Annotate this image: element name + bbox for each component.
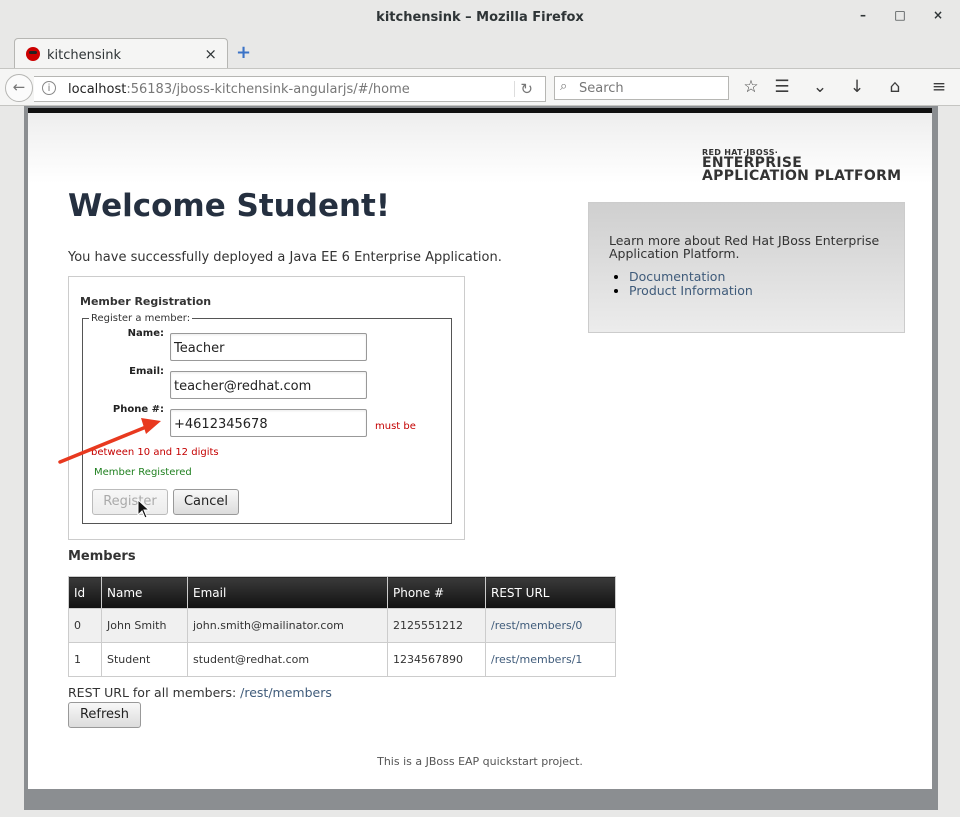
name-field[interactable]: Teacher — [170, 333, 367, 361]
mouse-cursor-icon — [137, 499, 151, 519]
maximize-icon[interactable]: □ — [892, 8, 908, 26]
cell-email: john.smith@mailinator.com — [187, 608, 388, 643]
registration-title: Member Registration — [80, 295, 212, 308]
cell-phone: 2125551212 — [387, 608, 486, 643]
search-input[interactable]: ⌕ Search — [554, 76, 729, 100]
cancel-button[interactable]: Cancel — [173, 489, 239, 515]
bookmark-star-icon[interactable]: ☆ — [740, 77, 762, 97]
product-information-link[interactable]: Product Information — [629, 283, 753, 298]
reload-icon[interactable]: ↻ — [520, 80, 533, 98]
info-sidebar: Learn more about Red Hat JBoss Enterpris… — [588, 202, 905, 333]
cell-id: 0 — [68, 608, 102, 643]
minimize-icon[interactable]: – — [855, 8, 871, 26]
pocket-icon[interactable]: ⌄ — [809, 77, 831, 97]
reading-list-icon[interactable]: ☰ — [771, 77, 793, 97]
column-header-id: Id — [68, 576, 102, 609]
search-icon: ⌕ — [560, 79, 568, 94]
cell-rest-url: /rest/members/1 — [485, 642, 616, 677]
cell-phone: 1234567890 — [387, 642, 486, 677]
page-title: Welcome Student! — [68, 188, 390, 224]
url-path: :56183/jboss-kitchensink-angularjs/#/hom… — [126, 82, 410, 97]
column-header-rest-url: REST URL — [485, 576, 616, 609]
success-message: Member Registered — [94, 467, 192, 478]
url-host: localhost — [68, 82, 127, 97]
table-row: 1 Student student@redhat.com 1234567890 … — [68, 642, 616, 677]
member-rest-link[interactable]: /rest/members/0 — [491, 619, 582, 632]
phone-error-text: must be — [375, 421, 416, 432]
close-window-icon[interactable]: × — [930, 8, 946, 26]
jboss-eap-logo: RED HAT·JBOSS· ENTERPRISE APPLICATION PL… — [702, 148, 901, 183]
download-icon[interactable]: ↓ — [846, 77, 868, 97]
register-button[interactable]: Register — [92, 489, 168, 515]
rest-url-label: REST URL for all members: — [68, 685, 241, 700]
close-tab-icon[interactable]: × — [204, 45, 217, 63]
phone-label: Phone #: — [112, 404, 164, 415]
email-field[interactable]: teacher@redhat.com — [170, 371, 367, 399]
logo-line-platform: APPLICATION PLATFORM — [702, 168, 902, 184]
home-icon[interactable]: ⌂ — [884, 77, 906, 97]
window-titlebar: kitchensink – Mozilla Firefox – □ × — [0, 0, 960, 36]
redhat-favicon-icon — [26, 47, 40, 61]
cell-name: John Smith — [101, 608, 188, 643]
info-icon[interactable]: i — [42, 81, 56, 95]
column-header-name: Name — [101, 576, 188, 609]
search-placeholder: Search — [579, 81, 624, 96]
back-arrow-icon[interactable]: ← — [5, 74, 33, 102]
members-table: Id Name Email Phone # REST URL 0 John Sm… — [68, 576, 616, 677]
rest-members-link[interactable]: /rest/members — [240, 685, 332, 700]
sidebar-link-item: Product Information — [629, 284, 753, 298]
rest-url-all-members: REST URL for all members: /rest/members — [68, 685, 332, 700]
url-separator — [514, 81, 515, 97]
sidebar-link-item: Documentation — [629, 270, 753, 284]
documentation-link[interactable]: Documentation — [629, 269, 725, 284]
phone-field[interactable]: +4612345678 — [170, 409, 367, 437]
cell-rest-url: /rest/members/0 — [485, 608, 616, 643]
email-label: Email: — [129, 366, 164, 377]
cell-email: student@redhat.com — [187, 642, 388, 677]
navigation-toolbar: ← i localhost:56183/jboss-kitchensink-an… — [0, 68, 960, 106]
members-heading: Members — [68, 549, 136, 564]
tab-label: kitchensink — [47, 48, 122, 63]
tab-strip: kitchensink × + — [0, 36, 960, 70]
menu-icon[interactable]: ≡ — [928, 77, 950, 97]
page-content: RED HAT·JBOSS· ENTERPRISE APPLICATION PL… — [28, 108, 932, 789]
url-bar[interactable]: i localhost:56183/jboss-kitchensink-angu… — [34, 76, 546, 102]
page-footer: This is a JBoss EAP quickstart project. — [377, 755, 583, 768]
phone-error-text-continued: between 10 and 12 digits — [91, 447, 219, 458]
cell-name: Student — [101, 642, 188, 677]
deploy-message: You have successfully deployed a Java EE… — [68, 250, 502, 265]
column-header-email: Email — [187, 576, 388, 609]
member-registration-form: Member Registration Register a member: N… — [68, 276, 465, 540]
browser-viewport: RED HAT·JBOSS· ENTERPRISE APPLICATION PL… — [24, 106, 938, 810]
column-header-phone: Phone # — [387, 576, 486, 609]
name-label: Name: — [127, 328, 164, 339]
url-text[interactable]: localhost:56183/jboss-kitchensink-angula… — [68, 82, 410, 97]
sidebar-text: Learn more about Red Hat JBoss Enterpris… — [609, 233, 880, 261]
new-tab-icon[interactable]: + — [236, 42, 251, 63]
table-header-row: Id Name Email Phone # REST URL — [68, 576, 616, 609]
register-fieldset: Register a member: Name: Teacher Email: … — [82, 313, 452, 524]
register-legend: Register a member: — [91, 313, 191, 324]
tab-kitchensink[interactable]: kitchensink × — [14, 38, 228, 70]
sidebar-links: Documentation Product Information — [609, 270, 753, 298]
cell-id: 1 — [68, 642, 102, 677]
member-rest-link[interactable]: /rest/members/1 — [491, 653, 582, 666]
table-row: 0 John Smith john.smith@mailinator.com 2… — [68, 608, 616, 643]
refresh-button[interactable]: Refresh — [68, 702, 141, 728]
window-title: kitchensink – Mozilla Firefox — [376, 10, 584, 25]
